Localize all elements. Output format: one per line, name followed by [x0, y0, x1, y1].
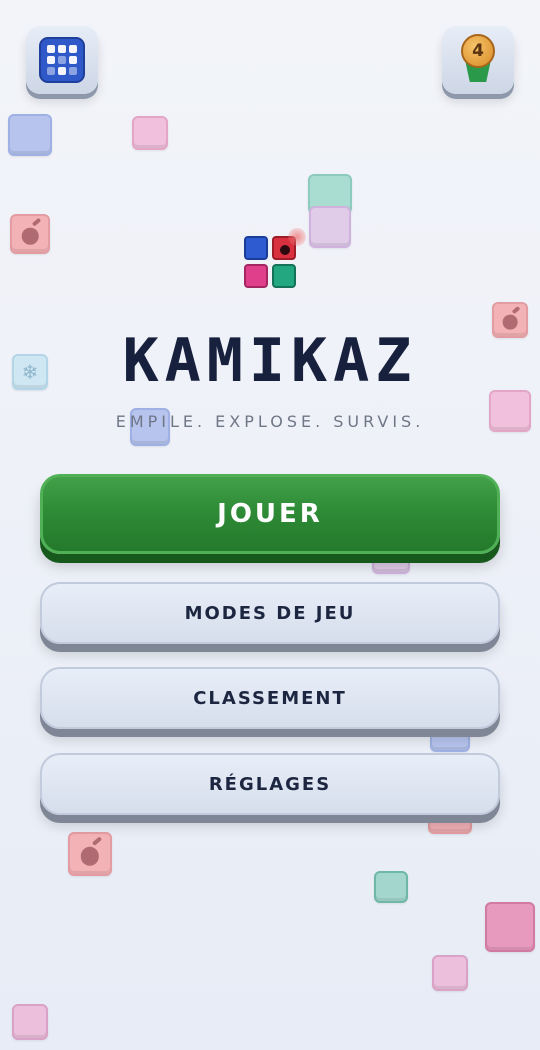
background-tile-pink: [12, 1004, 48, 1040]
leaderboard-button[interactable]: CLASSEMENT: [40, 667, 500, 729]
level-badge-button[interactable]: 4: [442, 26, 514, 94]
background-tile-lavender: [309, 206, 351, 248]
level-badge-number: 4: [461, 34, 495, 68]
background-bomb-tile: [68, 832, 112, 876]
background-tile-teal: [374, 871, 408, 903]
background-tile-pink: [485, 902, 535, 952]
background-tile-pink: [132, 116, 168, 150]
grid-menu-button[interactable]: [26, 26, 98, 94]
grid-icon: [39, 37, 85, 83]
background-tile-blue: [430, 730, 470, 752]
background-bomb-tile: [10, 214, 50, 254]
play-button[interactable]: JOUER: [40, 474, 500, 554]
medal-icon: 4: [458, 34, 498, 86]
background-tile-pink: [432, 955, 468, 991]
game-logo-icon: [244, 228, 306, 292]
game-title: KAMIKAZ: [122, 326, 418, 396]
background-tile-blue: [8, 114, 52, 156]
background-tile-red: [428, 812, 472, 834]
settings-button[interactable]: RÉGLAGES: [40, 753, 500, 815]
game-subtitle: EMPILE. EXPLOSE. SURVIS.: [115, 412, 425, 431]
game-modes-button[interactable]: MODES DE JEU: [40, 582, 500, 644]
